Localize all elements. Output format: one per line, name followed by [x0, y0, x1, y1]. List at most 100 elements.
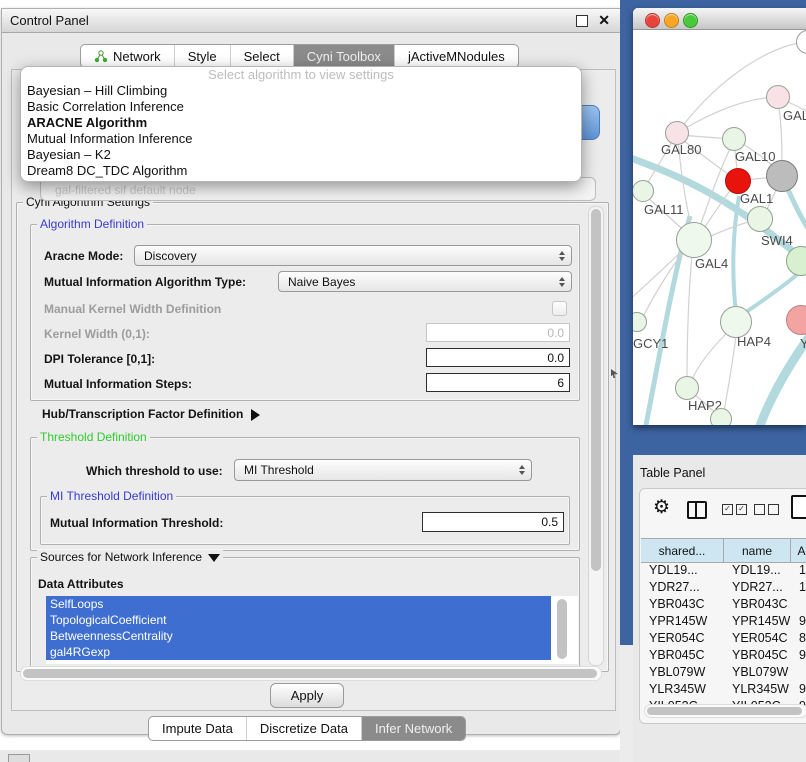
tab-label: Discretize Data [260, 721, 348, 736]
node-label: HAP4 [737, 334, 771, 349]
apply-button[interactable]: Apply [270, 683, 344, 708]
control-panel-titlebar[interactable]: Control Panel ✕ [2, 9, 620, 33]
network-node-gal1[interactable] [747, 206, 773, 232]
table-hscrollbar[interactable] [644, 704, 806, 718]
document-icon[interactable] [791, 495, 806, 519]
tab-discretize-data[interactable]: Discretize Data [246, 717, 361, 740]
table-cell: YBR045C [641, 648, 724, 665]
float-icon[interactable] [576, 15, 588, 27]
spinner-arrows-icon [559, 277, 565, 287]
tab-network[interactable]: Network [81, 45, 174, 67]
data-attributes-label: Data Attributes [38, 577, 124, 591]
table-cell: YER054C [641, 631, 724, 648]
desktop-background [620, 455, 633, 645]
table-row[interactable]: YPR145WYPR145W9. [641, 614, 806, 631]
mi-threshold-field[interactable]: 0.5 [422, 512, 564, 532]
table-row[interactable]: YLR345WYLR345W9. [641, 682, 806, 699]
table-row[interactable]: YBR043CYBR043C [641, 597, 806, 614]
table-body: YDL19...YDL19...13YDR27...YDR27...12YBR0… [641, 563, 806, 716]
hub-definition-toggle[interactable]: Hub/Transcription Factor Definition [42, 407, 260, 421]
attribute-item[interactable]: BetweennessCentrality [46, 628, 551, 644]
tab-jactivemnodules[interactable]: jActiveMNodules [394, 45, 518, 67]
settings-hscrollbar-thumb[interactable] [23, 669, 597, 678]
node-label: GAL [783, 108, 806, 123]
algorithm-option[interactable]: Mutual Information Inference [21, 131, 581, 147]
which-threshold-combo[interactable]: MI Threshold [234, 459, 532, 481]
aracne-mode-combo[interactable]: Discovery [134, 245, 572, 266]
network-node-hap2[interactable] [675, 376, 699, 400]
column-header-name[interactable]: name [724, 539, 791, 562]
minimize-traffic-light[interactable] [664, 13, 679, 28]
settings-scrollbar[interactable] [588, 206, 604, 666]
table-cell: YDL19... [724, 563, 791, 580]
select-all-icon[interactable]: ✓✓ [722, 504, 747, 515]
network-node[interactable] [766, 160, 798, 192]
mi-steps-field[interactable]: 6 [426, 373, 570, 392]
table-hscrollbar-thumb[interactable] [647, 707, 802, 715]
table-row[interactable]: YDR27...YDR27...12 [641, 580, 806, 597]
manual-kernel-checkbox[interactable] [552, 301, 567, 316]
tab-select[interactable]: Select [230, 45, 293, 67]
close-traffic-light[interactable] [645, 13, 660, 28]
attribute-item[interactable]: TopologicalCoefficient [46, 612, 551, 628]
control-panel-window: Control Panel ✕ Network Style Select Cyn… [1, 8, 621, 735]
algorithm-option[interactable]: Bayesian – Hill Climbing [21, 83, 581, 99]
mi-threshold-label: Mutual Information Threshold: [50, 516, 223, 530]
attribute-item[interactable]: gal4RGexp [46, 644, 551, 660]
network-node[interactable] [710, 408, 732, 425]
network-icon [94, 50, 108, 63]
tab-style[interactable]: Style [174, 45, 230, 67]
zoom-traffic-light[interactable] [683, 13, 698, 28]
table-row[interactable]: YER054CYER054C8. [641, 631, 806, 648]
table-cell: YDL19... [641, 563, 724, 580]
attributes-scrollbar[interactable] [555, 598, 569, 662]
sources-toggle[interactable]: Sources for Network Inference [37, 550, 223, 564]
expand-arrow-icon[interactable] [251, 409, 260, 421]
table-row[interactable]: YBL079WYBL079W [641, 665, 806, 682]
tab-label: Impute Data [162, 721, 233, 736]
kernel-width-field[interactable]: 0.0 [426, 323, 570, 342]
node-label: GAL11 [644, 202, 684, 217]
collapse-arrow-icon[interactable] [208, 554, 220, 562]
attribute-item[interactable]: SelfLoops [46, 596, 551, 612]
network-node-gal[interactable] [766, 85, 790, 109]
tab-label: jActiveMNodules [408, 49, 505, 64]
tab-label: Infer Network [375, 721, 452, 736]
table-cell: YBR043C [724, 597, 791, 614]
attributes-scrollbar-thumb[interactable] [557, 599, 567, 659]
combo-value: Naive Bayes [288, 275, 355, 289]
network-canvas[interactable]: GALGAL80GAL10GAL1GAL11SWI4GAL4GCY1HAP4YH… [633, 30, 806, 425]
tab-infer-network[interactable]: Infer Network [361, 717, 465, 740]
tab-impute-data[interactable]: Impute Data [149, 717, 246, 740]
columns-icon[interactable] [687, 501, 707, 519]
algorithm-option[interactable]: ARACNE Algorithm [21, 115, 581, 131]
tab-cyni-toolbox[interactable]: Cyni Toolbox [293, 45, 394, 67]
close-icon[interactable]: ✕ [598, 12, 610, 29]
which-threshold-label: Which threshold to use: [86, 464, 223, 478]
table-cell: YLR345W [641, 682, 724, 699]
table-row[interactable]: YDL19...YDL19...13 [641, 563, 806, 580]
deselect-all-icon[interactable] [754, 504, 779, 515]
algorithm-option[interactable]: Dream8 DC_TDC Algorithm [21, 163, 581, 179]
minimized-panel-icon[interactable] [8, 754, 30, 762]
column-header-shared[interactable]: shared... [641, 539, 724, 562]
algorithm-option[interactable]: Bayesian – K2 [21, 147, 581, 163]
network-node-gal4[interactable] [676, 222, 712, 258]
network-node-gal10[interactable] [722, 127, 746, 151]
network-window-titlebar[interactable] [633, 8, 806, 30]
gear-icon[interactable]: ⚙ [653, 498, 670, 517]
mi-type-combo[interactable]: Naive Bayes [278, 271, 572, 292]
table-cell: 8. [791, 631, 806, 648]
tab-label: Cyni Toolbox [307, 49, 381, 64]
aracne-mode-label: Aracne Mode: [44, 249, 123, 263]
dpi-tolerance-field[interactable]: 0.0 [426, 348, 570, 367]
group-title: Algorithm Definition [37, 217, 147, 231]
column-header-extra[interactable]: A [791, 539, 806, 562]
settings-scrollbar-thumb[interactable] [591, 209, 601, 571]
algorithm-option[interactable]: Basic Correlation Inference [21, 99, 581, 115]
mi-steps-label: Mutual Information Steps: [44, 377, 192, 391]
network-node-gal11[interactable] [633, 180, 654, 202]
settings-hscrollbar[interactable] [20, 666, 602, 681]
table-cell: 9. [791, 614, 806, 631]
table-row[interactable]: YBR045CYBR045C9. [641, 648, 806, 665]
